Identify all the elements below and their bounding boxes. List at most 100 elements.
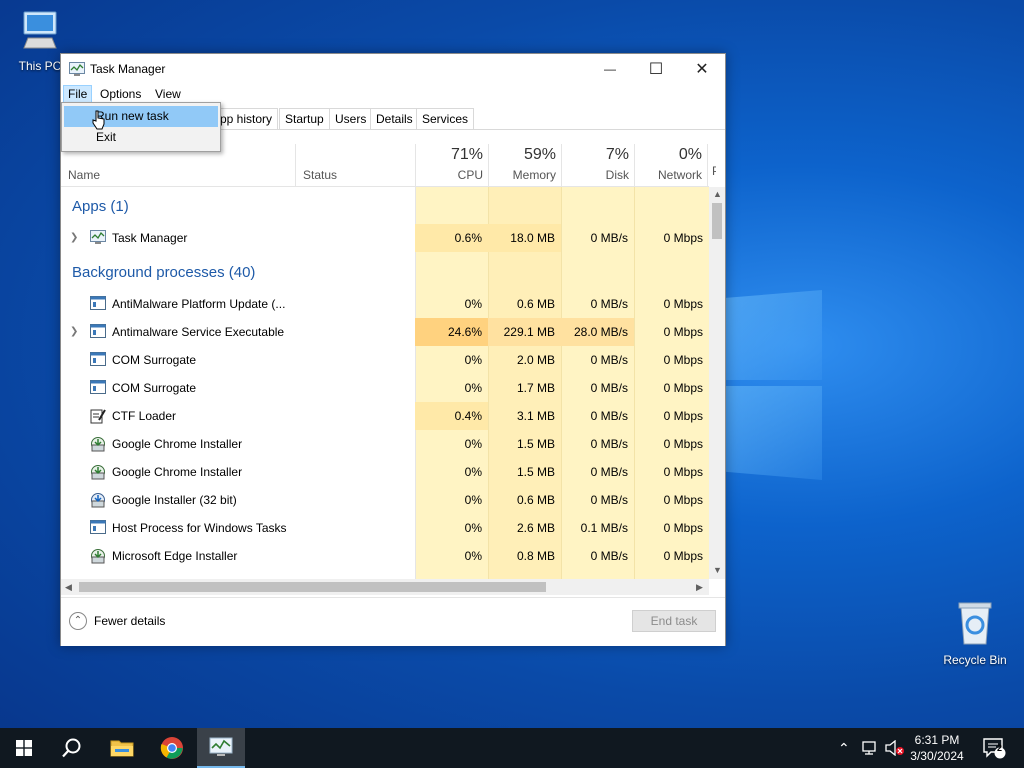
disk-value: 0 MB/s [590,549,628,563]
column-label: Status [303,168,338,182]
network-status[interactable] [861,728,879,768]
service-window-icon [90,520,106,534]
horizontal-scrollbar[interactable]: ◀ ▶ [61,579,709,595]
table-row[interactable]: AntiMalware Platform Update (... 0% 0.6 … [61,290,709,318]
memory-value: 3.1 MB [516,409,555,423]
disk-value: 0 MB/s [590,409,628,423]
taskbar-task-manager[interactable] [197,728,245,768]
column-header-disk[interactable]: 7% Disk [561,144,635,186]
menu-options[interactable]: Options [96,86,145,102]
table-row[interactable]: Google Chrome Installer 0% 1.5 MB 0 MB/s… [61,430,709,458]
maximize-button[interactable]: ☐ [633,54,679,84]
title-bar[interactable]: Task Manager — ☐ ✕ [61,54,725,84]
network-value: 0 Mbps [663,465,703,479]
tab-users[interactable]: Users [329,108,373,129]
tab-details[interactable]: Details [370,108,419,129]
taskbar-clock[interactable]: 6:31 PM 3/30/2024 [902,732,972,764]
scroll-down-icon[interactable]: ▼ [713,565,722,575]
table-row[interactable]: Host Process for Windows Tasks 0% 2.6 MB… [61,514,709,542]
search-button[interactable] [48,728,96,768]
cpu-value: 0% [464,521,482,535]
menu-view[interactable]: View [151,86,185,102]
clock-date: 3/30/2024 [910,749,964,763]
chrome-icon [160,737,183,759]
vertical-scroll-thumb[interactable] [712,203,722,239]
menu-item-label: Run new task [96,109,169,123]
notification-count: 2 [997,743,1003,753]
memory-value: 2.0 MB [516,353,555,367]
table-row[interactable]: CTF Loader 0.4% 3.1 MB 0 MB/s 0 Mbps [61,402,709,430]
tab-startup[interactable]: Startup [279,108,330,129]
column-header-power[interactable]: P [707,144,716,186]
column-header-status[interactable]: Status [295,144,416,186]
recycle-bin-icon [958,602,992,645]
table-row[interactable]: COM Surrogate 0% 2.0 MB 0 MB/s 0 Mbps [61,346,709,374]
fewer-details-link[interactable]: Fewer details [94,614,165,628]
table-row[interactable]: Google Installer (32 bit) 0% 0.6 MB 0 MB… [61,486,709,514]
network-value: 0 Mbps [663,549,703,563]
taskmanager-icon [69,62,85,76]
mouse-pointer-icon [92,110,105,130]
cpu-value: 0% [464,297,482,311]
column-label: CPU [457,168,483,182]
close-icon: ✕ [695,61,709,78]
show-hidden-icons-button[interactable]: ⌃ [838,728,850,768]
close-button[interactable]: ✕ [679,54,725,84]
menu-item-exit[interactable]: Exit [64,127,218,148]
tab-services[interactable]: Services [416,108,475,129]
end-task-button[interactable]: End task [632,610,716,632]
chevron-right-icon[interactable]: ❯ [70,326,78,337]
taskmanager-icon [90,230,106,244]
cpu-total-percent: 71% [450,146,483,163]
cpu-value: 0% [464,493,482,507]
scroll-up-icon[interactable]: ▲ [713,189,722,199]
action-center-button[interactable]: 2 [982,728,1006,768]
minimize-icon: — [604,62,616,76]
chevron-up-circle-icon[interactable]: ⌃ [69,612,87,630]
cpu-value: 0% [464,353,482,367]
installer-icon [91,465,105,480]
chrome-button[interactable] [148,728,196,768]
memory-value: 2.6 MB [516,521,555,535]
installer-icon [91,493,105,508]
file-explorer-button[interactable] [98,728,146,768]
scroll-right-icon[interactable]: ▶ [696,582,703,593]
column-header-cpu[interactable]: 71% CPU [415,144,489,186]
memory-value: 1.5 MB [516,437,555,451]
memory-value: 0.6 MB [516,493,555,507]
table-row[interactable]: ❯ Task Manager 0.6% 18.0 MB 0 MB/s 0 Mbp… [61,224,709,252]
memory-value: 0.8 MB [516,549,555,563]
cpu-value: 0% [464,437,482,451]
minimize-button[interactable]: — [587,54,633,84]
process-name: Google Chrome Installer [112,437,243,451]
network-value: 0 Mbps [663,381,703,395]
table-row[interactable]: ❯ Antimalware Service Executable 24.6% 2… [61,318,709,346]
desktop-icon-recycle-bin[interactable]: Recycle Bin [935,600,1015,667]
menu-file[interactable]: File [63,85,93,103]
network-value: 0 Mbps [663,231,703,245]
vertical-scrollbar[interactable]: ▲ ▼ [709,187,725,579]
group-header-background[interactable]: Background processes (40) [61,259,709,287]
menu-item-run-new-task[interactable]: Run new task [64,106,218,127]
service-window-icon [90,324,106,338]
memory-value: 18.0 MB [488,224,561,252]
table-row[interactable]: Microsoft Edge Installer 0% 0.8 MB 0 MB/… [61,542,709,570]
start-button[interactable] [0,728,48,768]
table-row[interactable]: Google Chrome Installer 0% 1.5 MB 0 MB/s… [61,458,709,486]
process-name: Google Chrome Installer [112,465,243,479]
chevron-right-icon[interactable]: ❯ [70,232,78,243]
process-name: AntiMalware Platform Update (... [112,297,286,311]
group-header-apps[interactable]: Apps (1) [61,193,709,221]
tab-app-history[interactable]: pp history [214,108,279,129]
horizontal-scroll-thumb[interactable] [79,582,546,592]
column-header-network[interactable]: 0% Network [634,144,708,186]
scroll-left-icon[interactable]: ◀ [65,582,72,593]
network-disconnected-icon [862,741,876,755]
service-window-icon [90,352,106,366]
column-header-memory[interactable]: 59% Memory [488,144,562,186]
memory-value: 1.7 MB [516,381,555,395]
desktop-icon-label: Recycle Bin [943,653,1007,667]
column-label: Network [657,168,702,182]
table-row[interactable]: COM Surrogate 0% 1.7 MB 0 MB/s 0 Mbps [61,374,709,402]
column-label: P [712,164,716,182]
